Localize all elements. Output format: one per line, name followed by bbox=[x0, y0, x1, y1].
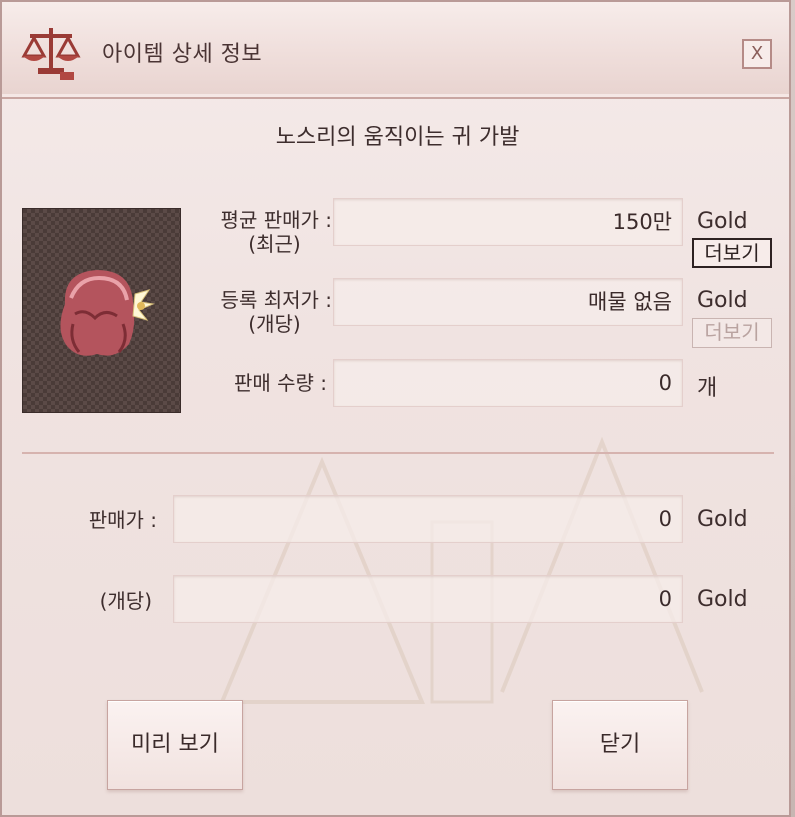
sell-price-label: 판매가 : bbox=[88, 508, 157, 532]
window-title: 아이템 상세 정보 bbox=[102, 42, 263, 67]
avg-price-unit: Gold bbox=[697, 209, 748, 234]
avg-price-field: 150만 bbox=[333, 198, 683, 246]
sale-qty-label: 판매 수량 : bbox=[233, 371, 327, 395]
sale-qty-field: 0 bbox=[333, 359, 683, 407]
sell-price-input[interactable]: 0 bbox=[173, 495, 683, 543]
close-x-button[interactable]: X bbox=[742, 39, 772, 69]
avg-price-more-button[interactable]: 더보기 bbox=[692, 238, 772, 268]
lowest-price-label: 등록 최저가 : (개당) bbox=[220, 288, 332, 336]
lowest-price-field: 매물 없음 bbox=[333, 278, 683, 326]
close-icon: X bbox=[750, 43, 764, 64]
item-detail-window: 아이템 상세 정보 X 노스리의 움직이는 귀 가발 평균 판매가 : (최근)… bbox=[0, 0, 791, 817]
per-unit-price-unit: Gold bbox=[697, 587, 748, 612]
per-unit-price-field: 0 bbox=[173, 575, 683, 623]
item-thumbnail bbox=[22, 208, 181, 413]
sell-price-unit: Gold bbox=[697, 507, 748, 532]
per-unit-label: (개당) bbox=[99, 589, 152, 613]
scale-icon bbox=[21, 28, 81, 80]
item-name: 노스리의 움직이는 귀 가발 bbox=[275, 125, 520, 150]
sale-qty-unit: 개 bbox=[697, 376, 718, 401]
section-divider bbox=[22, 452, 774, 454]
lowest-price-more-button[interactable]: 더보기 bbox=[692, 318, 772, 348]
preview-button[interactable]: 미리 보기 bbox=[107, 700, 243, 790]
wig-icon bbox=[60, 270, 155, 356]
lowest-price-unit: Gold bbox=[697, 288, 748, 313]
avg-price-label: 평균 판매가 : (최근) bbox=[220, 208, 332, 256]
close-button[interactable]: 닫기 bbox=[552, 700, 688, 790]
title-bar[interactable]: 아이템 상세 정보 X bbox=[2, 2, 789, 99]
